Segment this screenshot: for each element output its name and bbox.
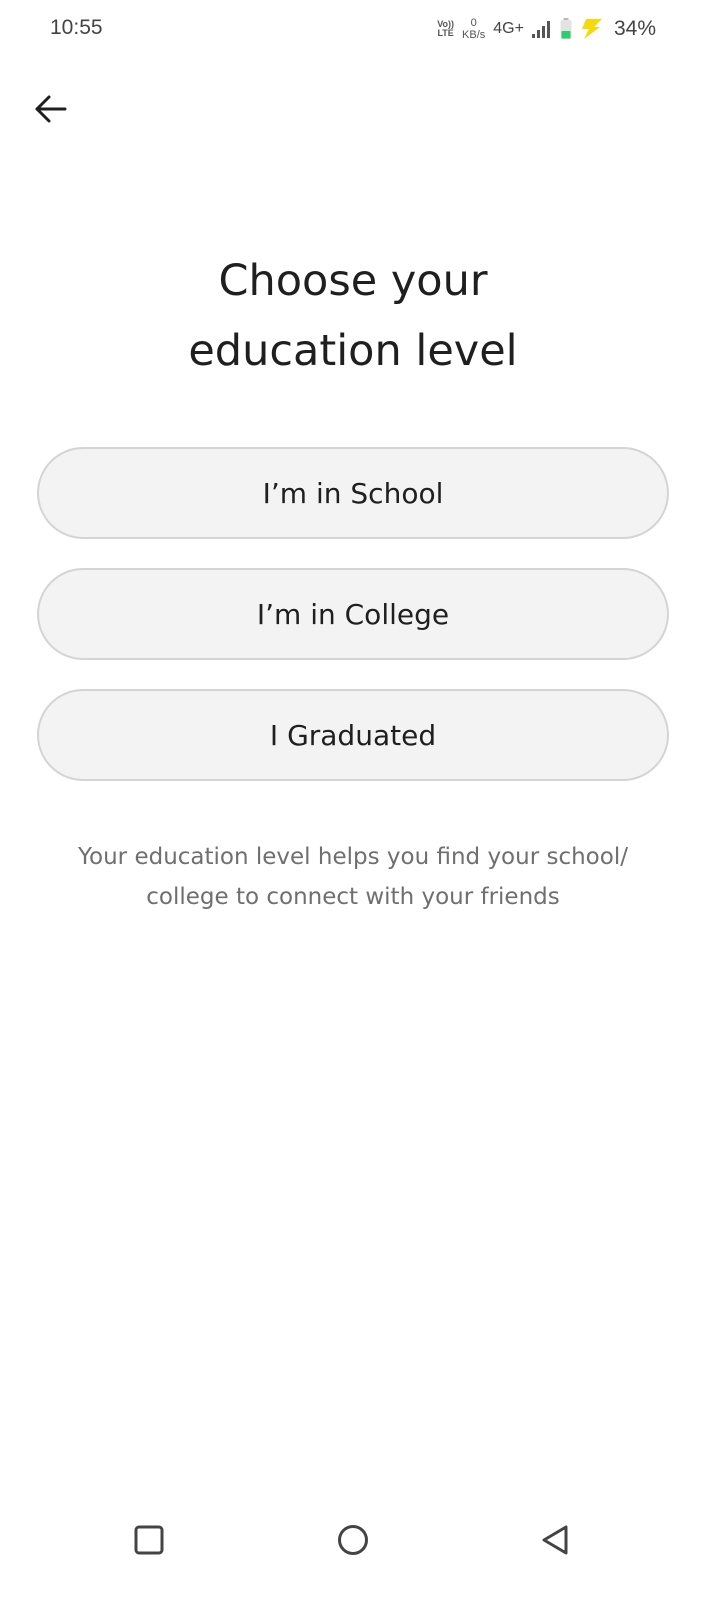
graduated-option-button[interactable]: I Graduated xyxy=(37,689,669,781)
volte-icon: Vo)) LTE xyxy=(437,20,454,38)
helper-text-line1: Your education level helps you find your… xyxy=(78,844,628,870)
status-time: 10:55 xyxy=(50,16,103,39)
system-nav-bar xyxy=(0,1500,720,1600)
network-type: 4G+ xyxy=(493,20,524,37)
battery-percent: 34% xyxy=(613,17,656,40)
status-icons: Vo)) LTE 0 KB/s 4G+ 34% xyxy=(437,14,656,44)
charging-icon xyxy=(581,19,602,39)
volte-bottom-label: LTE xyxy=(437,28,454,38)
net-speed-unit: KB/s xyxy=(462,29,486,41)
page-title-line1: Choose your xyxy=(218,256,488,306)
battery-icon xyxy=(560,18,572,40)
signal-icon xyxy=(531,21,550,38)
net-speed: 0 KB/s xyxy=(462,17,485,41)
square-icon xyxy=(134,1525,164,1555)
helper-text-line2: college to connect with your friends xyxy=(146,884,560,910)
recents-button[interactable] xyxy=(119,1510,179,1570)
net-speed-value: 0 xyxy=(470,17,477,29)
arrow-left-icon xyxy=(35,95,67,123)
school-option-button[interactable]: I’m in School xyxy=(37,447,669,539)
college-option-button[interactable]: I’m in College xyxy=(37,568,669,660)
back-button[interactable] xyxy=(28,86,74,132)
triangle-back-icon xyxy=(542,1525,568,1555)
helper-text: Your education level helps you find your… xyxy=(40,837,666,917)
page-title-line2: education level xyxy=(188,326,518,376)
page-title: Choose your education level xyxy=(0,246,706,386)
education-options: I’m in School I’m in College I Graduated xyxy=(37,447,669,810)
circle-icon xyxy=(338,1525,368,1555)
nav-back-button[interactable] xyxy=(525,1510,585,1570)
status-bar: 10:55 Vo)) LTE 0 KB/s 4G+ 34% xyxy=(0,0,720,60)
home-button[interactable] xyxy=(323,1510,383,1570)
